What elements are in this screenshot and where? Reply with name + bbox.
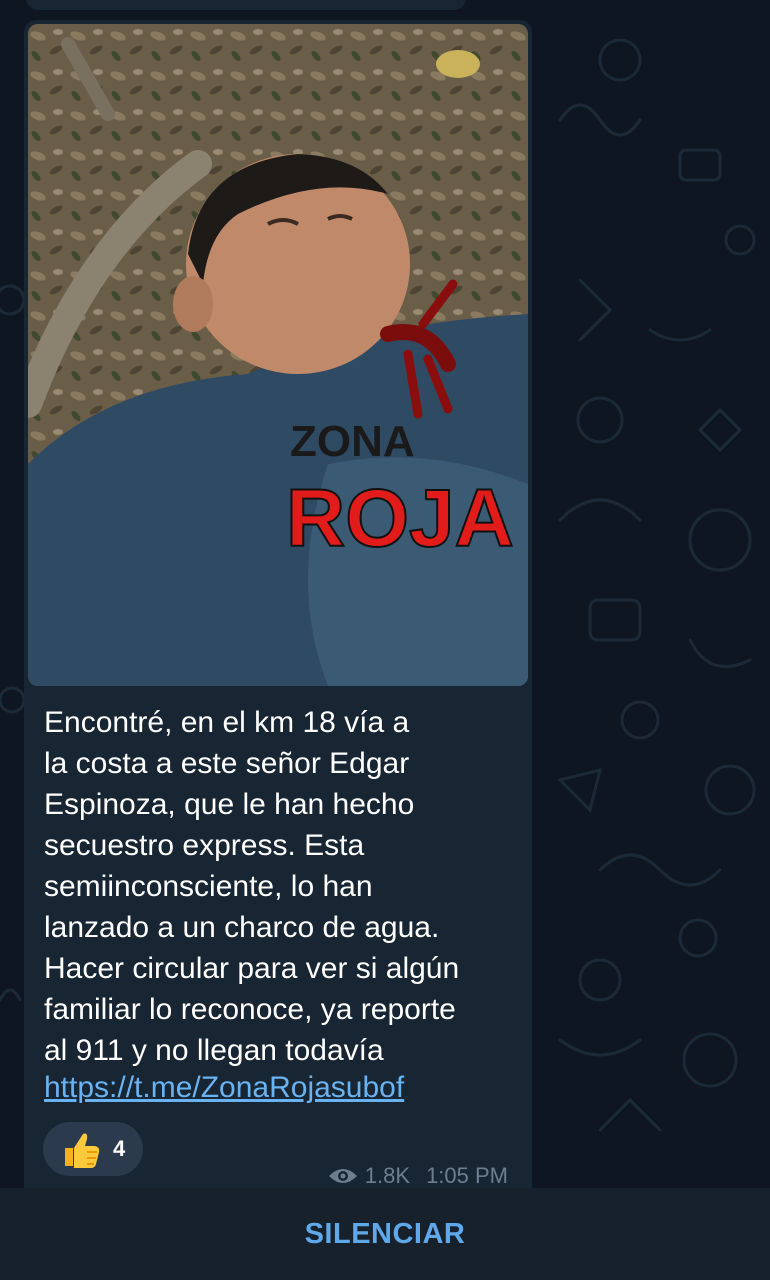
bottom-bar: SILENCIAR — [0, 1188, 770, 1280]
watermark-line1: ZONA — [290, 417, 415, 466]
reaction-count: 4 — [113, 1136, 126, 1161]
eye-icon — [328, 1169, 357, 1183]
message-photo[interactable]: ZONA ROJA — [28, 24, 528, 686]
reaction-chip[interactable]: 4 — [43, 1122, 143, 1176]
message-text: Encontré, en el km 18 vía a la costa a e… — [44, 706, 460, 1067]
message-bubble[interactable]: ZONA ROJA Encontré, en el km 18 vía a la… — [24, 20, 532, 1200]
message-time: 1:05 PM — [426, 1163, 508, 1188]
thumbs-up-icon — [65, 1133, 100, 1168]
watermark-line2: ROJA — [286, 473, 514, 564]
mute-button[interactable]: SILENCIAR — [305, 1218, 466, 1251]
view-count: 1.8K — [364, 1163, 411, 1188]
previous-message-bubble — [26, 0, 466, 10]
photo-image: ZONA ROJA — [28, 24, 528, 686]
message-link[interactable]: https://t.me/ZonaRojasubof — [44, 1067, 404, 1108]
